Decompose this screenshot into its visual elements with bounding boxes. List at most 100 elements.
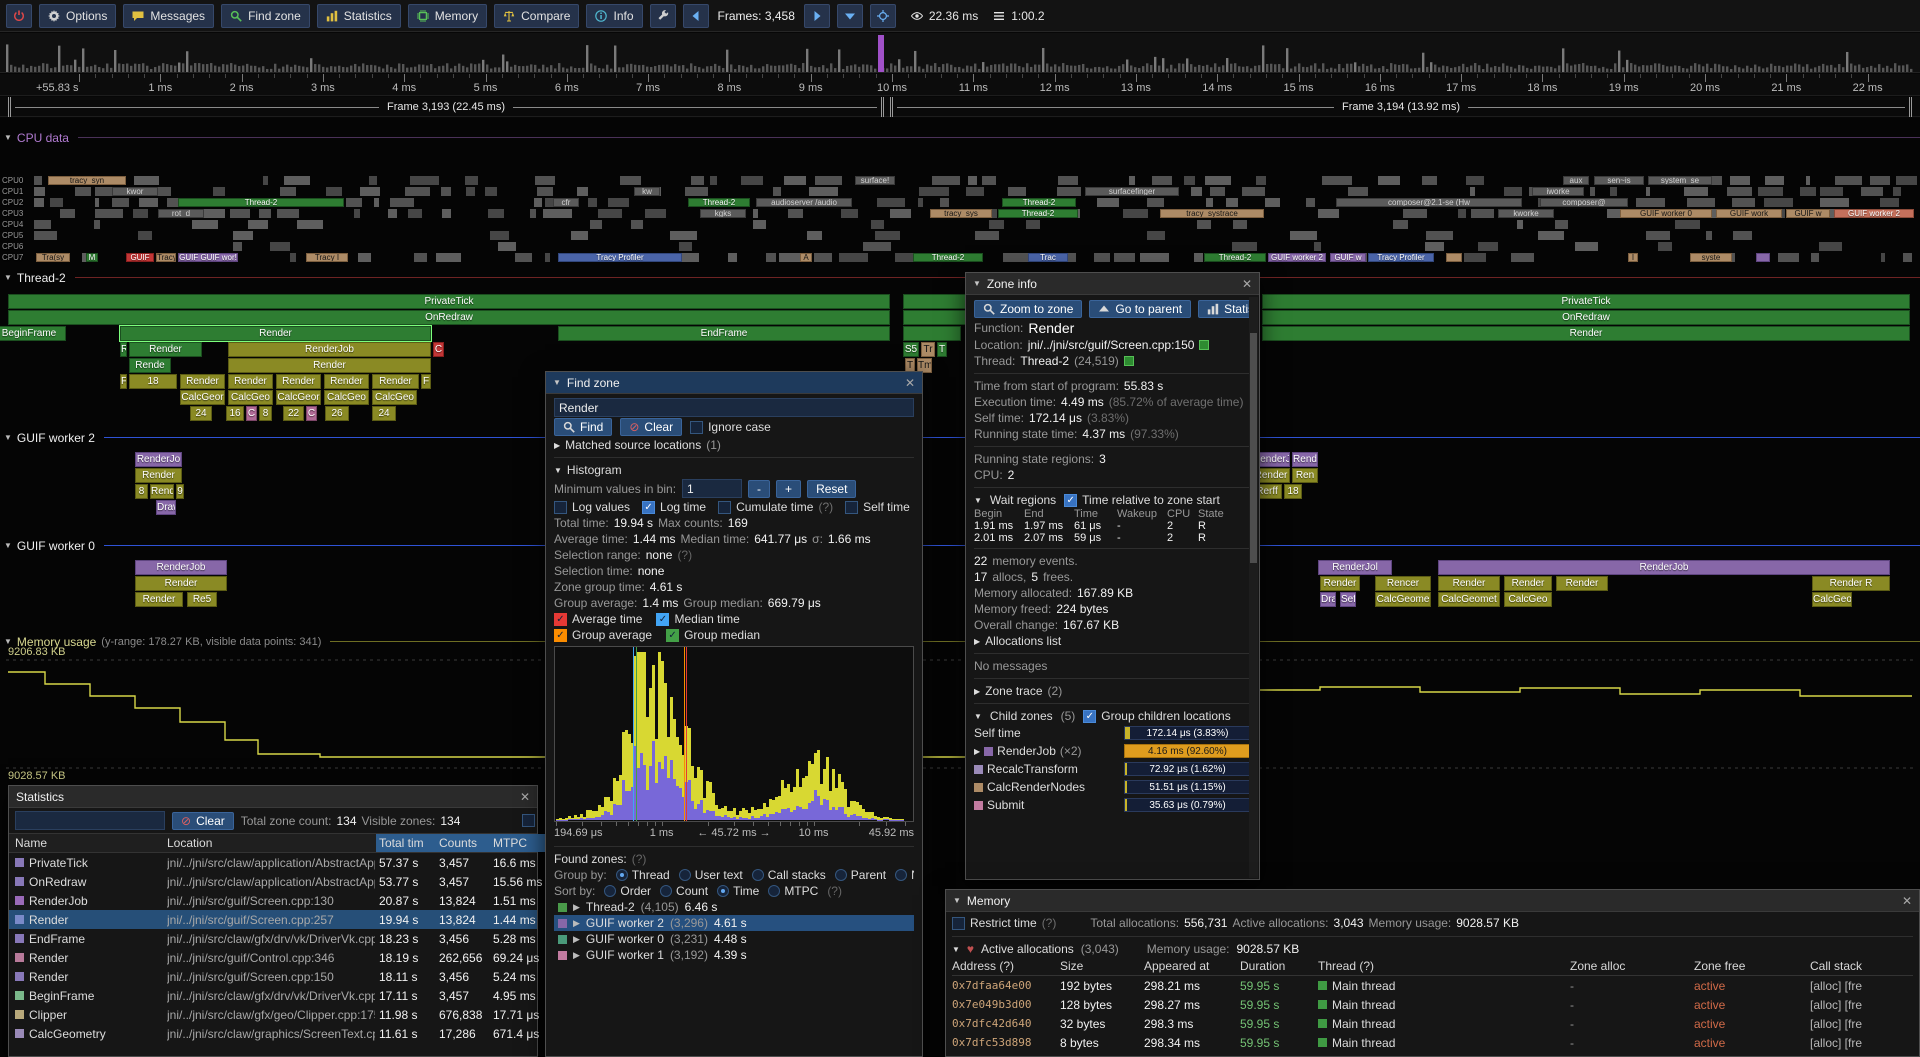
collapse-icon[interactable]: ▼: [4, 433, 12, 442]
timeline-zone[interactable]: 26: [325, 406, 349, 421]
collapse-icon[interactable]: ▼: [4, 273, 12, 282]
collapse-icon[interactable]: ▼: [4, 133, 12, 142]
timeline-zone[interactable]: Render: [372, 374, 419, 389]
sort-by-mtpc[interactable]: MTPC: [768, 884, 818, 898]
cpu-zone[interactable]: GUIF: [126, 253, 154, 262]
mem-col-thread-[interactable]: Thread (?): [1318, 959, 1566, 973]
timeline-zone[interactable]: Rend: [1292, 452, 1318, 467]
thread-header-guif-worker-2[interactable]: ▼GUIF worker 2: [4, 430, 1920, 445]
timeline-zone[interactable]: 8: [259, 406, 272, 421]
allocation-row[interactable]: 0x7dfc53d8988 bytes298.34 ms59.95 sMain …: [952, 1033, 1913, 1052]
timeline-zone[interactable]: C: [246, 406, 257, 421]
zone-trace-header[interactable]: ▶Zone trace(2): [974, 683, 1251, 699]
cpu-zone[interactable]: iworke: [1532, 187, 1584, 196]
cpu-zone[interactable]: Thread-2: [688, 198, 750, 207]
timeline-zone[interactable]: 22: [283, 406, 304, 421]
cpu-zone[interactable]: GUIF worker 0: [1620, 209, 1712, 218]
cpu-zone[interactable]: surfacefinger: [1085, 187, 1179, 196]
stats-row[interactable]: CalcGeometryjni/../jni/src/claw/graphics…: [9, 1024, 537, 1043]
timeline-zone[interactable]: EndFrame: [558, 326, 890, 341]
cpu-zone[interactable]: rot_d: [158, 209, 204, 218]
collapse-icon[interactable]: ▼: [4, 541, 12, 550]
timeline-zone[interactable]: Re5: [187, 592, 217, 607]
timeline-zone[interactable]: PrivateTick: [8, 294, 890, 309]
min-bin-input[interactable]: [682, 479, 742, 498]
timeline-zone[interactable]: CalcGeor: [180, 390, 225, 405]
timeline-zone[interactable]: 24: [190, 406, 212, 421]
cpu-zone[interactable]: [1446, 253, 1462, 262]
timeline-zone[interactable]: Render: [180, 374, 225, 389]
checkbox-box[interactable]: [952, 917, 965, 930]
timeline-zone[interactable]: RenderJol: [1318, 560, 1392, 575]
find-zone-titlebar[interactable]: ▼ Find zone ✕: [546, 372, 922, 394]
cpu-zone[interactable]: kw: [634, 187, 660, 196]
timeline-zone[interactable]: CalcGeor: [276, 390, 321, 405]
allocations-list-header[interactable]: ▶Allocations list: [974, 633, 1251, 649]
cumulate-time-checkbox[interactable]: Cumulate time(?): [718, 500, 833, 514]
checkbox-box[interactable]: ✓: [666, 629, 679, 642]
child-zone-row[interactable]: Self time172.14 μs (3.83%): [974, 724, 1251, 742]
timeline-zone[interactable]: C: [433, 342, 444, 357]
restrict-time-checkbox[interactable]: Restrict time(?): [952, 916, 1056, 930]
stats-row[interactable]: Renderjni/../jni/src/guif/Screen.cpp:257…: [9, 910, 537, 929]
timeline-zone[interactable]: CalcGeome: [1375, 592, 1431, 607]
cpu-zone[interactable]: cfr: [553, 198, 579, 207]
cpu-zone[interactable]: aux: [1563, 176, 1589, 185]
cpu-zone[interactable]: Thread-2: [1204, 253, 1266, 262]
cpu-zone[interactable]: Thread-2: [998, 209, 1078, 218]
cpu-zone[interactable]: kgks: [700, 209, 746, 218]
timeline-zone[interactable]: 8: [135, 484, 148, 499]
timeline-zone[interactable]: 16: [226, 406, 244, 421]
timeline-zone[interactable]: CalcGeo: [228, 390, 273, 405]
cpu-zone[interactable]: Tracy Profiler: [558, 253, 682, 262]
found-zone-group[interactable]: ▶GUIF worker 1(3,192)4.39 s: [554, 947, 914, 963]
cpu-zone[interactable]: Tracy: [156, 253, 176, 262]
child-zone-row[interactable]: CalcRenderNodes51.51 μs (1.15%): [974, 778, 1251, 796]
cpu-zone[interactable]: kwor: [112, 187, 158, 196]
allocation-row[interactable]: 0x7dfc42d64032 bytes298.3 ms59.95 sMain …: [952, 1014, 1913, 1033]
found-zone-group[interactable]: ▶Thread-2(4,105)6.46 s: [554, 899, 914, 915]
timeline-zone[interactable]: RenderJob: [1438, 560, 1890, 575]
timeline-zone[interactable]: CalcGeo: [1504, 592, 1552, 607]
statistics-titlebar[interactable]: Statistics ✕: [9, 786, 537, 808]
allocation-row[interactable]: 0x7dfaa64e00192 bytes298.21 ms59.95 sMai…: [952, 976, 1913, 995]
checkbox-box[interactable]: ✓: [1083, 710, 1096, 723]
mem-col-call-stack[interactable]: Call stack: [1810, 959, 1913, 973]
stats-row[interactable]: Clipperjni/../jni/src/claw/gfx/geo/Clipp…: [9, 1005, 537, 1024]
timeline-zone[interactable]: BeginFrame: [0, 326, 66, 341]
clear-button[interactable]: ⊘Clear: [620, 418, 682, 436]
find-zone-search-input[interactable]: [554, 398, 914, 417]
cpu-zone[interactable]: Tra(sy: [36, 253, 70, 262]
cpu-zone[interactable]: Tracy Profiler: [1368, 253, 1434, 262]
stats-col-name[interactable]: Name: [15, 836, 163, 850]
frame-span[interactable]: Frame 3,193 (22.45 ms): [8, 97, 884, 117]
frame-zoom-button[interactable]: [837, 4, 863, 28]
compare-button[interactable]: Compare: [494, 4, 579, 28]
cpu-zone[interactable]: M: [86, 253, 98, 262]
next-frame-button[interactable]: [804, 4, 830, 28]
stats-col-mtpc[interactable]: MTPC: [490, 834, 552, 852]
tools-button[interactable]: [650, 4, 676, 28]
checkbox-box[interactable]: ✓: [1064, 494, 1077, 507]
child-zone-row[interactable]: Submit35.63 μs (0.79%): [974, 796, 1251, 814]
cpu-zone[interactable]: surface!: [855, 176, 895, 185]
timeline-zone[interactable]: OnRedraw: [8, 310, 890, 325]
cpu-zone[interactable]: sen~is: [1594, 176, 1644, 185]
frame-overview-strip[interactable]: [0, 33, 1920, 73]
timeline-zone[interactable]: Render: [135, 468, 182, 483]
timeline-zone[interactable]: Render R: [1812, 576, 1890, 591]
memory-button[interactable]: Memory: [408, 4, 487, 28]
self-time-checkbox[interactable]: Self time(1.16%): [845, 500, 914, 514]
stats-col-location[interactable]: Location: [167, 836, 375, 850]
cpu-zone[interactable]: GUIF GUIF wor!: [178, 253, 238, 262]
timeline-zone[interactable]: [903, 326, 961, 341]
cpu-zone[interactable]: composer@2.1-se (Hw: [1336, 198, 1522, 207]
scrollbar-thumb[interactable]: [1250, 333, 1257, 563]
group-by-no-groupi[interactable]: No groupi: [895, 868, 914, 882]
mem-col-appeared-at[interactable]: Appeared at: [1144, 959, 1236, 973]
bin-increase-button[interactable]: +: [776, 480, 801, 498]
stats-col-counts[interactable]: Counts: [436, 834, 492, 852]
power-button[interactable]: [6, 4, 32, 28]
stats-row[interactable]: Renderjni/../jni/src/guif/Control.cpp:34…: [9, 948, 537, 967]
checkbox-box[interactable]: [718, 501, 731, 514]
